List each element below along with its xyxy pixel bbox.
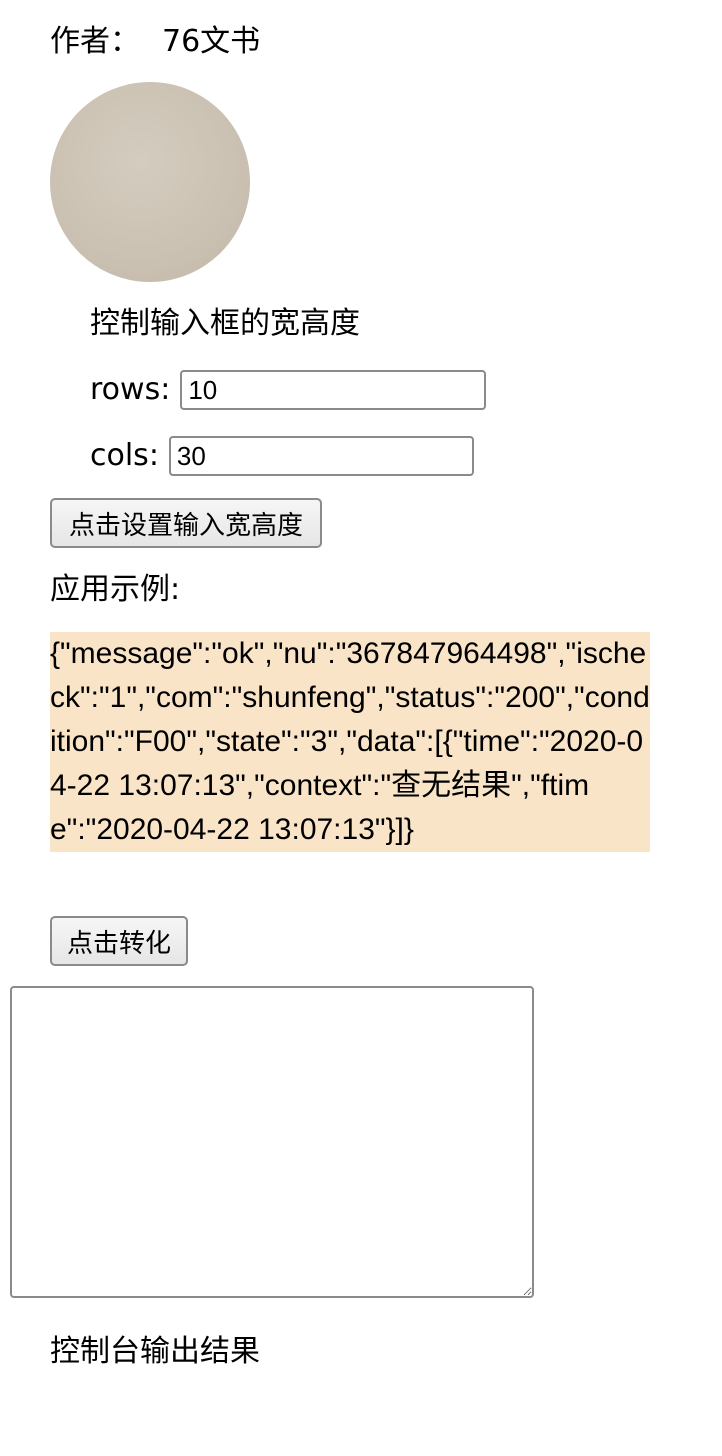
output-textarea[interactable]: [10, 986, 534, 1298]
example-json-text: {"message":"ok","nu":"367847964498","isc…: [50, 632, 650, 852]
rows-input[interactable]: [180, 370, 487, 410]
size-control-title: 控制输入框的宽高度: [90, 306, 360, 341]
avatar: [50, 82, 250, 282]
set-size-button[interactable]: 点击设置输入宽高度: [50, 498, 322, 548]
cols-field-row: cols:: [90, 436, 474, 476]
cols-label: cols:: [90, 438, 159, 473]
convert-button[interactable]: 点击转化: [50, 916, 188, 966]
author-label: 作者：: [50, 24, 140, 59]
example-label: 应用示例:: [50, 572, 181, 607]
cols-input[interactable]: [168, 436, 474, 476]
author-name: 76文书: [162, 24, 261, 59]
rows-field-row: rows:: [90, 370, 487, 410]
author-line: 作者： 76文书: [50, 22, 260, 62]
console-output-label: 控制台输出结果: [50, 1334, 260, 1369]
rows-label: rows:: [90, 372, 171, 407]
